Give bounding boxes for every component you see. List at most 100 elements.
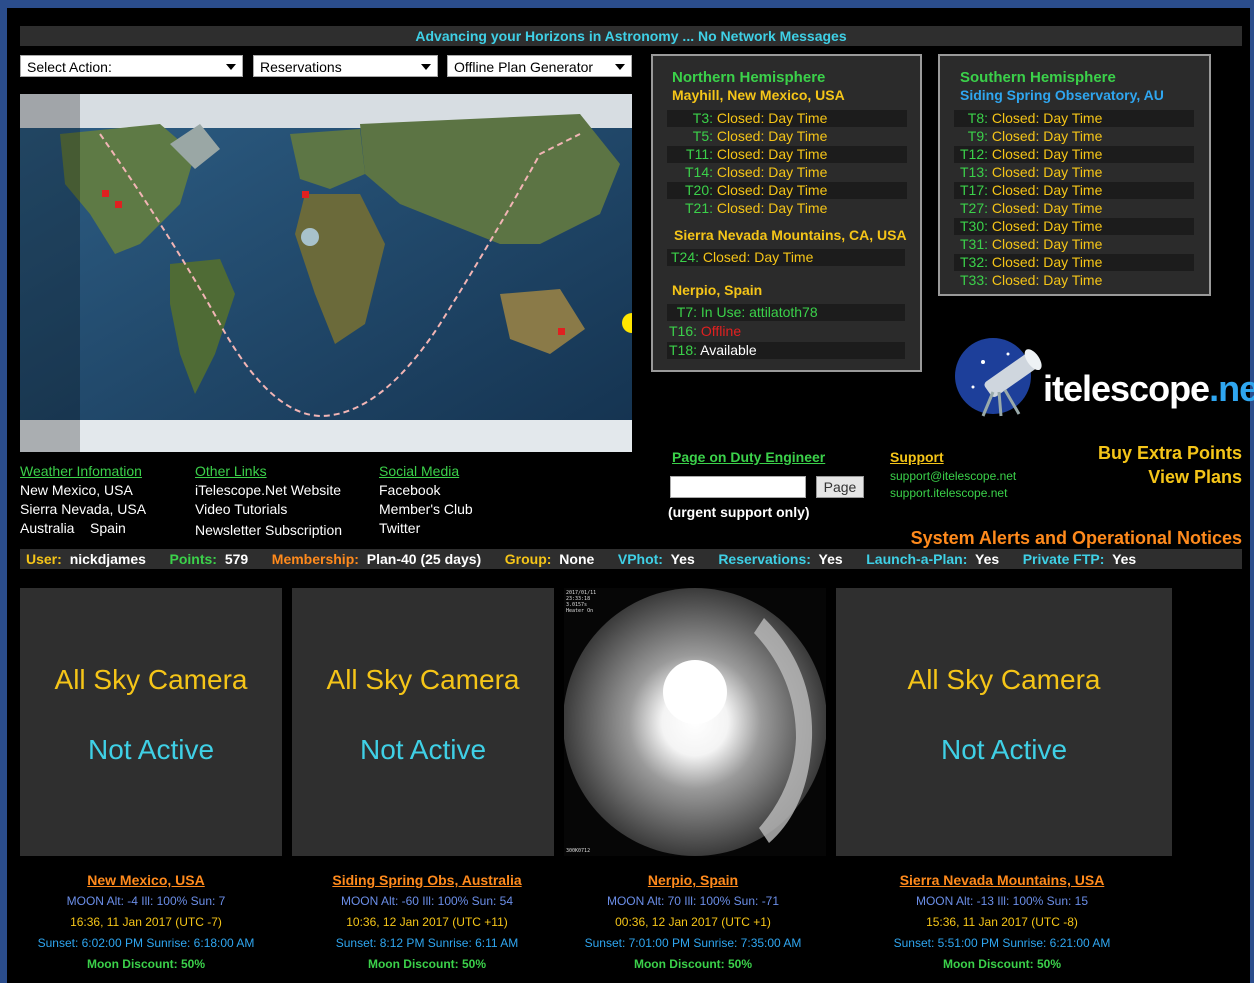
facebook-link[interactable]: Facebook [379, 482, 473, 498]
page-duty-engineer-link[interactable]: Page on Duty Engineer [672, 449, 825, 465]
telescope-id: T30: [959, 218, 988, 234]
window-frame-left [0, 0, 7, 983]
day-night-world-map [20, 94, 632, 452]
weather-link-new-mexico[interactable]: New Mexico, USA [20, 482, 146, 498]
all-sky-camera-nerpio[interactable]: 2017/01/11 23:33:18 3.0157s Heater On 30… [564, 588, 826, 856]
telescope-row-t30[interactable]: T30: Closed: Day Time [954, 218, 1194, 235]
site-name-link[interactable]: Sierra Nevada Mountains, USA [860, 870, 1144, 891]
system-alerts-link[interactable]: System Alerts and Operational Notices [911, 528, 1242, 549]
telescope-row-t14[interactable]: T14: Closed: Day Time [667, 164, 907, 181]
other-links-column: Other Links iTelescope.Net Website Video… [195, 463, 342, 538]
telescope-row-t20[interactable]: T20: Closed: Day Time [667, 182, 907, 199]
telescope-id: T17: [959, 182, 988, 198]
weather-link-spain[interactable]: Spain [90, 520, 126, 536]
reservations-dropdown[interactable]: Reservations [253, 55, 438, 77]
camera-title: All Sky Camera [54, 664, 248, 695]
weather-link-sierra-nevada[interactable]: Sierra Nevada, USA [20, 501, 146, 517]
support-email[interactable]: support@itelescope.net [890, 469, 1016, 483]
local-time: 15:36, 11 Jan 2017 (UTC -8) [926, 915, 1078, 929]
itelescope-website-link[interactable]: iTelescope.Net Website [195, 482, 342, 498]
telescope-row-t7[interactable]: T7: In Use: attilatoth78 [667, 304, 905, 321]
site-name-siding-spring: Siding Spring Observatory, AU [960, 87, 1164, 103]
site-name-link[interactable]: Siding Spring Obs, Australia [296, 870, 558, 891]
telescope-row-t31[interactable]: T31: Closed: Day Time [954, 236, 1194, 253]
camera-status: Not Active [87, 734, 215, 765]
site-name-sierra-nevada: Sierra Nevada Mountains, CA, USA [674, 227, 907, 243]
telescope-id: T16: [668, 323, 697, 339]
telescope-status: Closed: Day Time [991, 254, 1103, 270]
select-action-dropdown[interactable]: Select Action: [20, 55, 243, 77]
telescope-status: Closed: Day Time [716, 146, 828, 162]
video-tutorials-link[interactable]: Video Tutorials [195, 501, 342, 517]
telescope-row-t11[interactable]: T11: Closed: Day Time [667, 146, 907, 163]
all-sky-camera-siding-spring[interactable]: All Sky Camera Not Active [292, 588, 554, 856]
telescope-status: Closed: Day Time [716, 200, 828, 216]
telescope-row-t24[interactable]: T24: Closed: Day Time [667, 249, 905, 266]
support-site[interactable]: support.itelescope.net [890, 486, 1007, 500]
site-name-link[interactable]: Nerpio, Spain [562, 870, 824, 891]
social-media-column: Social Media Facebook Member's Club Twit… [379, 463, 473, 536]
moon-info: MOON Alt: -13 Ill: 100% Sun: 15 [915, 894, 1089, 908]
support-link[interactable]: Support [890, 449, 944, 465]
site-info-nerpio: Nerpio, Spain MOON Alt: 70 Ill: 100% Sun… [562, 870, 824, 975]
telescope-id: T12: [959, 146, 988, 162]
telescope-row-t8[interactable]: T8: Closed: Day Time [954, 110, 1194, 127]
camera-title: All Sky Camera [907, 664, 1101, 695]
view-plans-link[interactable]: View Plans [1148, 467, 1242, 488]
page-button[interactable]: Page [816, 476, 864, 498]
telescope-status: Closed: Day Time [991, 218, 1103, 234]
private-ftp-field: Private FTP: Yes [1022, 551, 1137, 567]
site-info-new-mexico: New Mexico, USA MOON Alt: -4 Ill: 100% S… [20, 870, 272, 975]
other-links-heading[interactable]: Other Links [195, 463, 342, 479]
telescope-status: Closed: Day Time [991, 110, 1103, 126]
twitter-link[interactable]: Twitter [379, 520, 473, 536]
window-frame-right [1250, 0, 1254, 983]
telescope-row-t27[interactable]: T27: Closed: Day Time [954, 200, 1194, 217]
offline-plan-value: Offline Plan Generator [454, 59, 594, 75]
telescope-status: In Use: attilatoth78 [700, 304, 818, 320]
telescope-row-t13[interactable]: T13: Closed: Day Time [954, 164, 1194, 181]
telescope-row-t32[interactable]: T32: Closed: Day Time [954, 254, 1194, 271]
telescope-row-t17[interactable]: T17: Closed: Day Time [954, 182, 1194, 199]
all-sky-camera-new-mexico[interactable]: All Sky Camera Not Active [20, 588, 282, 856]
telescope-id: T21: [684, 200, 713, 216]
weather-link-australia[interactable]: Australia [20, 520, 74, 536]
telescope-row-t21[interactable]: T21: Closed: Day Time [667, 200, 907, 217]
telescope-row-t33[interactable]: T33: Closed: Day Time [954, 272, 1194, 289]
northern-hemisphere-panel: Northern Hemisphere Mayhill, New Mexico,… [651, 54, 922, 372]
telescope-row-t18[interactable]: T18: Available [667, 342, 905, 359]
logo-text: itelescope.net [1043, 368, 1254, 409]
page-message-input[interactable] [670, 476, 806, 498]
moon-info: MOON Alt: -4 Ill: 100% Sun: 7 [66, 894, 226, 908]
chevron-down-icon [421, 64, 431, 70]
weather-links-column: Weather Infomation New Mexico, USA Sierr… [20, 463, 146, 536]
social-media-heading[interactable]: Social Media [379, 463, 473, 479]
telescope-status: Closed: Day Time [991, 200, 1103, 216]
offline-plan-dropdown[interactable]: Offline Plan Generator [447, 55, 632, 77]
newsletter-link[interactable]: Newsletter Subscription [195, 522, 342, 538]
itelescope-logo[interactable]: itelescope.net [953, 332, 1254, 418]
buy-extra-points-link[interactable]: Buy Extra Points [1098, 443, 1242, 464]
telescope-id: T31: [959, 236, 988, 252]
select-action-value: Select Action: [27, 59, 112, 75]
all-sky-camera-image [564, 588, 826, 856]
telescope-logo-icon [955, 338, 1042, 417]
vphot-field: VPhot: Yes [617, 551, 695, 567]
moon-discount: Moon Discount: 50% [633, 957, 752, 971]
members-club-link[interactable]: Member's Club [379, 501, 473, 517]
weather-info-link[interactable]: Weather Infomation [20, 463, 146, 479]
telescope-row-t16[interactable]: T16: Offline [667, 323, 905, 340]
telescope-status: Closed: Day Time [716, 164, 828, 180]
telescope-status: Closed: Day Time [991, 182, 1103, 198]
telescope-row-t9[interactable]: T9: Closed: Day Time [954, 128, 1194, 145]
telescope-status: Closed: Day Time [991, 128, 1103, 144]
telescope-row-t5[interactable]: T5: Closed: Day Time [667, 128, 907, 145]
telescope-row-t12[interactable]: T12: Closed: Day Time [954, 146, 1194, 163]
all-sky-camera-sierra-nevada[interactable]: All Sky Camera Not Active [836, 588, 1172, 856]
user-field: User: nickdjames [26, 551, 146, 567]
membership-field: Membership: Plan-40 (25 days) [271, 551, 482, 567]
telescope-row-t3[interactable]: T3: Closed: Day Time [667, 110, 907, 127]
moon-discount: Moon Discount: 50% [942, 957, 1061, 971]
site-name-link[interactable]: New Mexico, USA [20, 870, 272, 891]
telescope-id: T32: [959, 254, 988, 270]
